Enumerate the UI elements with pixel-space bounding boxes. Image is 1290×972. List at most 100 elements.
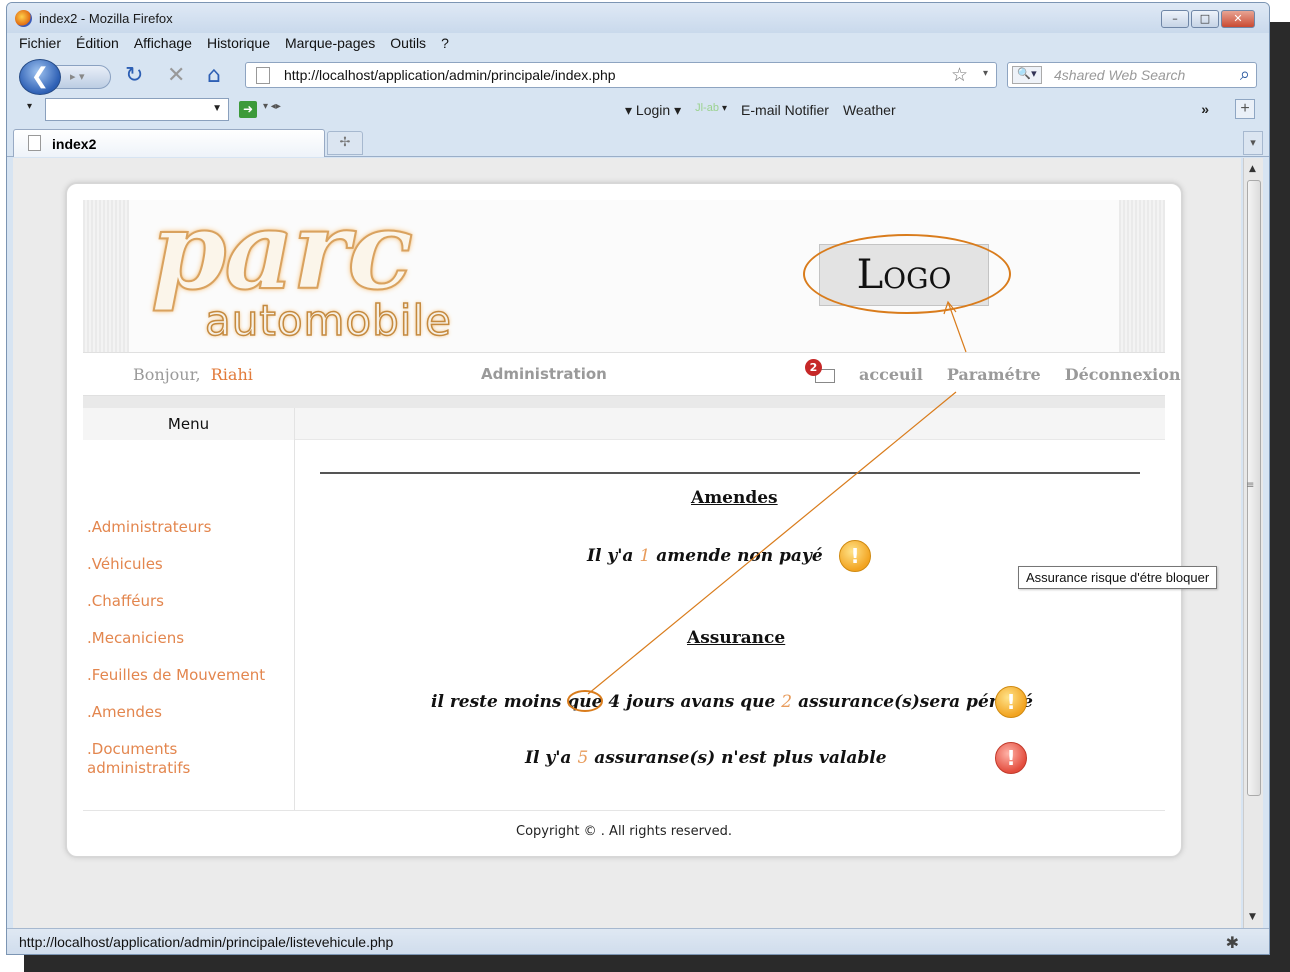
- site-header: parc automobile Logo: [83, 187, 1165, 352]
- search-engine-icon[interactable]: 🔍▾: [1012, 66, 1042, 84]
- new-tab-button[interactable]: ✢: [327, 131, 363, 155]
- window-title: index2 - Mozilla Firefox: [39, 11, 173, 26]
- go-arrow-icon[interactable]: ➜: [239, 101, 257, 118]
- plus-icon[interactable]: +: [1235, 99, 1255, 119]
- page-icon: [256, 67, 270, 84]
- reload-icon[interactable]: ↻: [125, 62, 143, 90]
- error-icon[interactable]: !: [995, 742, 1027, 774]
- mail-notification-icon[interactable]: 2: [805, 359, 835, 387]
- firefox-icon: [15, 10, 32, 27]
- title-bar: index2 - Mozilla Firefox – □ ✕: [7, 3, 1269, 33]
- addon-bug-icon[interactable]: ✱: [1226, 933, 1239, 952]
- brand-logo: parc automobile: [150, 187, 491, 346]
- greeting: Bonjour, Riahi: [133, 365, 253, 384]
- tooltip: Assurance risque d'étre bloquer: [1018, 566, 1218, 589]
- bookmark-email-notifier[interactable]: E-mail Notifier: [741, 102, 829, 119]
- home-icon[interactable]: ⌂: [207, 62, 221, 90]
- sidebar-item-chauffeurs[interactable]: .Chafféurs: [87, 592, 277, 611]
- amendes-count: 1: [639, 546, 651, 566]
- expiring-count: 2: [781, 692, 793, 712]
- warning-icon[interactable]: !: [995, 686, 1027, 718]
- menu-marque-pages[interactable]: Marque-pages: [285, 35, 375, 51]
- sidebar: .Administrateurs .Véhicules .Chafféurs .…: [83, 440, 295, 810]
- content-header: [295, 408, 1165, 440]
- status-bar: http://localhost/application/admin/princ…: [7, 928, 1269, 954]
- nav-deconnexion[interactable]: Déconnexion: [1065, 365, 1181, 384]
- back-icon: ❮: [30, 64, 50, 89]
- bookmark-login[interactable]: ▾ Login ▾: [625, 102, 681, 119]
- chevron-down-icon[interactable]: ▾ ◂▸: [263, 101, 281, 112]
- menu-historique[interactable]: Historique: [207, 35, 270, 51]
- mail-badge: 2: [805, 359, 822, 376]
- status-url: http://localhost/application/admin/princ…: [19, 934, 394, 950]
- user-name: Riahi: [210, 365, 253, 384]
- search-bar[interactable]: 🔍▾ 4shared Web Search ⌕: [1007, 62, 1257, 88]
- back-button[interactable]: ❮: [19, 59, 61, 95]
- tab-strip: index2 ✢ ▾: [7, 127, 1269, 157]
- scroll-down-icon[interactable]: ▼: [1249, 912, 1256, 922]
- page-viewport: parc automobile Logo Bonjour, Riahi Admi…: [13, 158, 1241, 928]
- overflow-chevron-icon[interactable]: »: [1201, 101, 1209, 117]
- menu-edition[interactable]: Édition: [76, 35, 119, 51]
- minimize-button[interactable]: –: [1161, 10, 1189, 28]
- sidebar-item-documents[interactable]: .Documents administratifs: [87, 740, 277, 778]
- tab-label: index2: [52, 136, 97, 152]
- invalid-count: 5: [577, 748, 589, 768]
- menu-affichage[interactable]: Affichage: [134, 35, 192, 51]
- sidebar-item-mecaniciens[interactable]: .Mecaniciens: [87, 629, 277, 648]
- maximize-button[interactable]: □: [1191, 10, 1219, 28]
- close-button[interactable]: ✕: [1221, 10, 1255, 28]
- tab-list-button[interactable]: ▾: [1243, 131, 1263, 155]
- menu-fichier[interactable]: Fichier: [19, 35, 61, 51]
- search-icon[interactable]: ⌕: [1240, 64, 1250, 85]
- amendes-title: Amendes: [691, 488, 778, 508]
- menu-help[interactable]: ?: [441, 35, 449, 51]
- sidebar-item-amendes[interactable]: .Amendes: [87, 703, 277, 722]
- site-container: parc automobile Logo Bonjour, Riahi Admi…: [65, 182, 1183, 858]
- window-shadow: [1270, 22, 1290, 972]
- warning-icon[interactable]: !: [839, 540, 871, 572]
- browser-window: index2 - Mozilla Firefox – □ ✕ Fichier É…: [6, 2, 1270, 955]
- bookmark-items: ▾ Login ▾ Jl-ab ▾ E-mail Notifier Weathe…: [625, 102, 896, 119]
- chevron-down-icon[interactable]: ▾: [27, 101, 32, 112]
- assurance-statement-expiring: il reste moins que 4 jours avans que 2 ass…: [431, 692, 1033, 712]
- top-nav: acceuil Paramétre Déconnexion: [859, 365, 1181, 384]
- assurance-title: Assurance: [687, 628, 786, 648]
- url-bar[interactable]: http://localhost/application/admin/princ…: [245, 62, 997, 88]
- header-decoration: [83, 200, 129, 352]
- bookmark-jl[interactable]: Jl-ab ▾: [695, 102, 727, 119]
- url-text: http://localhost/application/admin/princ…: [284, 67, 616, 83]
- sidebar-menu: .Administrateurs .Véhicules .Chafféurs .…: [87, 518, 277, 796]
- main-content: Amendes Il y'a 1 amende non payé ! Assuran…: [295, 440, 1165, 810]
- annotation-ellipse: [803, 234, 1011, 314]
- page-icon: [28, 135, 41, 151]
- bookmarks-toolbar: ▾ ▼ ➜ ▾ ◂▸ ▾ Login ▾ Jl-ab ▾ E-mail Noti…: [7, 95, 1269, 125]
- assurance-statement-invalid: Il y'a 5 assuranse(s) n'est plus valable: [525, 748, 887, 768]
- search-placeholder: 4shared Web Search: [1054, 67, 1186, 83]
- stop-icon[interactable]: ✕: [167, 62, 185, 90]
- chevron-down-icon[interactable]: ▾: [983, 68, 988, 79]
- site-footer: Copyright © . All rights reserved.: [83, 810, 1165, 850]
- scroll-up-icon[interactable]: ▲: [1249, 164, 1256, 174]
- chevron-down-icon: ▼: [212, 103, 222, 114]
- nav-parametre[interactable]: Paramétre: [947, 365, 1041, 384]
- forward-icon: ▸ ▾: [70, 70, 85, 83]
- vertical-scrollbar[interactable]: ▲ ≡ ▼: [1243, 158, 1263, 928]
- days-count: 4: [608, 692, 621, 712]
- forward-button[interactable]: ▸ ▾: [55, 65, 111, 89]
- nav-acceuil[interactable]: acceuil: [859, 365, 923, 384]
- divider: [83, 396, 1165, 408]
- menu-title: Menu: [83, 408, 295, 440]
- sidebar-item-feuilles[interactable]: .Feuilles de Mouvement: [87, 666, 277, 685]
- bookmark-weather[interactable]: Weather: [843, 102, 896, 119]
- bookmark-star-icon[interactable]: ☆: [951, 64, 968, 86]
- sidebar-item-administrateurs[interactable]: .Administrateurs: [87, 518, 277, 537]
- sidebar-item-vehicules[interactable]: .Véhicules: [87, 555, 277, 574]
- menu-outils[interactable]: Outils: [390, 35, 426, 51]
- header-decoration: [1119, 200, 1165, 352]
- grip-icon: ≡: [1246, 480, 1255, 491]
- navigation-toolbar: ▸ ▾ ❮ ↻ ✕ ⌂ http://localhost/application…: [7, 57, 1269, 95]
- toolbar-combo[interactable]: ▼: [45, 98, 229, 121]
- tab-index2[interactable]: index2: [13, 129, 325, 157]
- info-bar: Bonjour, Riahi Administration 2 acceuil …: [83, 352, 1181, 396]
